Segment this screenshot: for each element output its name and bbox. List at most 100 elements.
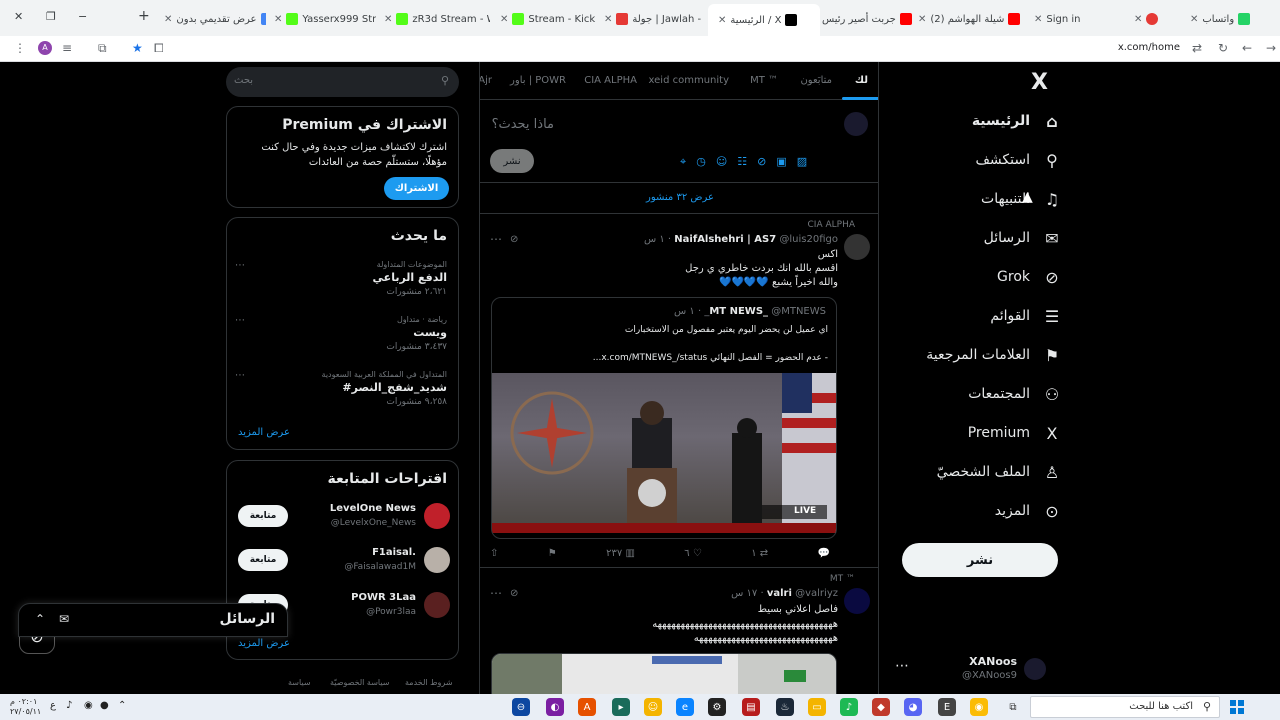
close-tab-icon[interactable]: ✕	[274, 14, 282, 25]
tab-unknown[interactable]: ✕	[1130, 6, 1180, 32]
keyboard-language[interactable]: ع	[50, 700, 56, 711]
tab-following[interactable]: متابَعون	[800, 75, 832, 86]
app-icon[interactable]: ⊖	[512, 698, 530, 716]
share-button[interactable]: ⇧	[490, 548, 498, 559]
gif-icon[interactable]: ▣	[776, 155, 786, 169]
restore-window-button[interactable]: ❐	[46, 10, 56, 23]
post-button[interactable]: نشر	[902, 543, 1058, 577]
tab-jawlah[interactable]: ✕ جولة | Jawlah - ماء	[600, 6, 704, 32]
poll-icon[interactable]: ☷	[737, 155, 747, 169]
emoji-icon[interactable]: ☺	[716, 155, 727, 169]
extensions-list-icon[interactable]: ≡	[62, 41, 72, 55]
record-icon[interactable]: ◉	[84, 700, 93, 711]
follow-suggestion[interactable]: F1aisal. @Faisalawad1M متابعة	[238, 545, 450, 577]
grok-icon[interactable]: ⊘	[510, 588, 518, 599]
nav-home[interactable]: ⌂ الرئيسية	[972, 102, 1062, 140]
app-icon[interactable]: ☺	[644, 698, 662, 716]
footer-link[interactable]: سياسة	[288, 678, 311, 687]
taskbar-clock[interactable]: ٠٢:٠١ م ٢٧/٠٥/١١	[10, 697, 41, 717]
taskbar-search[interactable]: ⚲ اكتب هنا للبحث	[1030, 696, 1220, 718]
follow-button[interactable]: متابعة	[238, 549, 288, 571]
back-icon[interactable]: →	[1266, 41, 1276, 55]
more-dots-icon[interactable]: ⋯	[235, 315, 245, 326]
expand-icon[interactable]: ⌃	[35, 612, 45, 626]
post-time[interactable]: ١ س	[644, 234, 665, 245]
trend-item[interactable]: الموضوعات المتداولة الدفع الرباعي ٢،٦٢١ …	[235, 260, 447, 305]
nav-communities[interactable]: ⚇ المجتمعات	[968, 375, 1062, 413]
site-settings-icon[interactable]: ⇄	[1192, 41, 1202, 55]
x-logo-icon[interactable]: X	[1031, 70, 1048, 95]
new-message-icon[interactable]: ✉	[59, 612, 69, 626]
grok-icon[interactable]: ⊘	[757, 155, 766, 169]
forward-icon[interactable]: ←	[1242, 41, 1252, 55]
tab-for-you[interactable]: لك	[855, 75, 868, 86]
reply-button[interactable]: 💬	[818, 548, 830, 559]
post[interactable]: CIA ALPHA NaifAlshehri | AS7 @luis20figo…	[480, 214, 878, 568]
trend-item[interactable]: رياضة · متداول ويست ٣،٤٣٧ منشورات ⋯	[235, 315, 447, 360]
views-button[interactable]: ▥ ٢٣٧	[606, 548, 635, 559]
menu-icon[interactable]: ⋮	[14, 41, 26, 55]
schedule-icon[interactable]: ◷	[696, 155, 706, 169]
bookmark-button[interactable]: ⚑	[548, 548, 557, 559]
author-name[interactable]: NaifAlshehri | AS7	[674, 234, 776, 245]
more-dots-icon[interactable]: ⋯	[895, 658, 909, 674]
location-icon[interactable]: ⌖	[680, 155, 686, 169]
close-tab-icon[interactable]: ✕	[604, 14, 612, 25]
file-explorer-icon[interactable]: ▭	[808, 698, 826, 716]
image-icon[interactable]: ▨	[797, 155, 807, 169]
taskbar-search-input[interactable]: اكتب هنا للبحث	[1129, 701, 1193, 712]
more-dots-icon[interactable]: ⋯	[235, 370, 245, 381]
tray-expand-icon[interactable]: ⌃	[118, 700, 126, 711]
tab-cia-alpha[interactable]: CIA ALPHA	[584, 75, 637, 86]
post[interactable]: MT ™ valri @valriyz · ١٧ س ⋯ ⊘ فاصل اعلا…	[480, 568, 878, 694]
more-dots-icon[interactable]: ⋯	[490, 232, 502, 246]
nav-lists[interactable]: ☰ القوائم	[990, 297, 1062, 335]
reload-icon[interactable]: ↻	[1218, 41, 1228, 55]
account-switcher[interactable]: ⋯ XANoos @XANoos9	[895, 652, 1070, 688]
avatar[interactable]	[844, 234, 870, 260]
composer-input[interactable]: ماذا يحدث؟	[492, 117, 554, 132]
trends-show-more[interactable]: عرض المزيد	[238, 427, 290, 438]
retweet-button[interactable]: ⇄ ١	[751, 548, 768, 559]
post-time[interactable]: ١٧ س	[731, 588, 757, 599]
tab-powr[interactable]: باور | POWR	[510, 75, 566, 86]
author-handle[interactable]: @luis20figo	[779, 234, 838, 245]
bookmark-star-icon[interactable]: ★	[132, 41, 143, 55]
settings-icon[interactable]: ⚙	[708, 698, 726, 716]
close-window-button[interactable]: ✕	[14, 10, 23, 23]
nav-explore[interactable]: ⚲ استكشف	[975, 141, 1062, 179]
tab-x-home[interactable]: ✕ الرئيسية / X	[708, 4, 820, 36]
nav-grok[interactable]: ⊘ Grok	[997, 258, 1062, 296]
footer-link[interactable]: شروط الخدمة	[405, 678, 453, 687]
extensions-icon[interactable]: ⧉	[98, 41, 107, 56]
app-icon[interactable]: ▸	[612, 698, 630, 716]
tab-ajr[interactable]: Ajr	[480, 75, 492, 86]
app-icon[interactable]: ◆	[872, 698, 890, 716]
nav-profile[interactable]: ♙ الملف الشخصيّ	[937, 453, 1062, 491]
close-tab-icon[interactable]: ✕	[1190, 14, 1198, 25]
volume-icon[interactable]: ♪	[66, 700, 72, 711]
quoted-post[interactable]: MT NEWS_ @MTNEWS_ · ١ س اي عميل لن يحضر …	[491, 297, 837, 539]
quote-media-image[interactable]: LIVE	[492, 373, 836, 533]
profile-avatar[interactable]: A	[38, 41, 52, 55]
tab-kick-2[interactable]: ✕ zR3d Stream - Wa	[380, 6, 490, 32]
footer-link[interactable]: سياسة الخصوصيّة	[330, 678, 389, 687]
search-box[interactable]: بحث ⚲	[226, 67, 459, 97]
search-input[interactable]: بحث	[234, 75, 253, 86]
epic-games-icon[interactable]: E	[938, 698, 956, 716]
close-tab-icon[interactable]: ✕	[1134, 14, 1142, 25]
chrome-icon[interactable]: ◉	[970, 698, 988, 716]
tab-youtube-1[interactable]: ✕ (2) شيلة الهواشم	[914, 6, 1026, 32]
discord-icon[interactable]: ◕	[904, 698, 922, 716]
task-view-icon[interactable]: ⧉	[1004, 698, 1022, 716]
tab-slides[interactable]: ✕ عرض تقديمي بدون	[160, 6, 266, 32]
tab-mt[interactable]: MT ™	[750, 75, 778, 86]
spotify-icon[interactable]: ♪	[840, 698, 858, 716]
nav-more[interactable]: ⊙ المزيد	[995, 492, 1062, 530]
show-new-posts[interactable]: عرض ٣٢ منشور	[480, 183, 878, 214]
follow-show-more[interactable]: عرض المزيد	[238, 638, 290, 649]
close-tab-icon[interactable]: ✕	[918, 14, 926, 25]
mic-icon[interactable]: ●	[100, 700, 109, 711]
trend-item[interactable]: المتداول في المملكة العربية السعودية #شد…	[235, 370, 447, 415]
cast-icon[interactable]: ⧠	[154, 41, 164, 56]
